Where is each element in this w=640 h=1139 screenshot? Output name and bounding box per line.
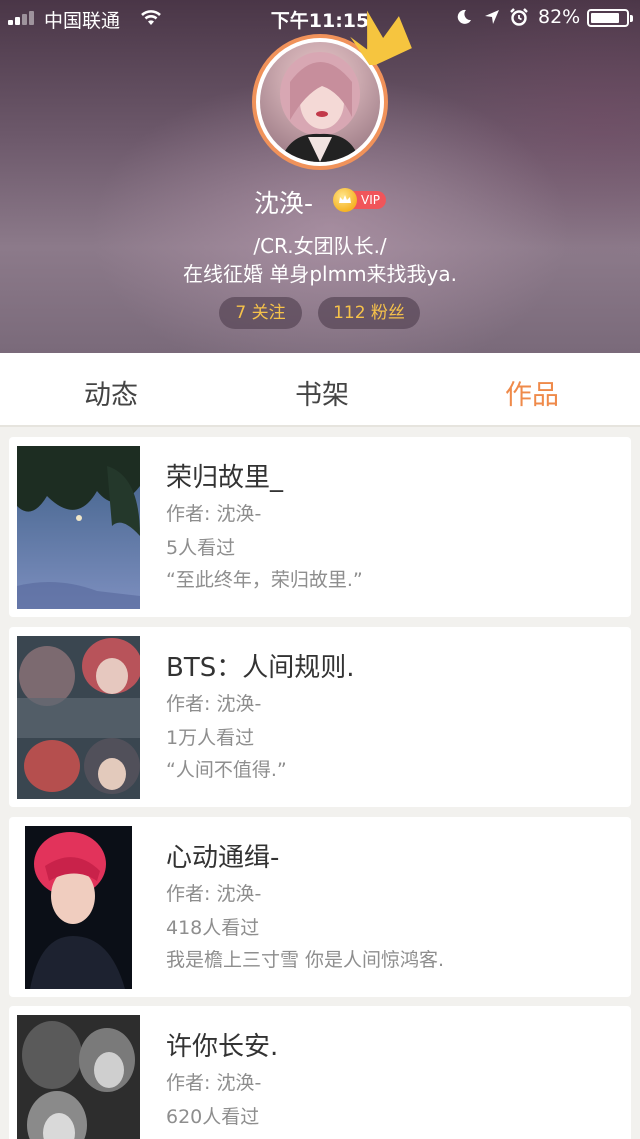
list-item[interactable]: 心动通缉- 作者: 沈涣- 418人看过 我是檐上三寸雪 你是人间惊鸿客. xyxy=(9,817,631,997)
work-description: 我是檐上三寸雪 你是人间惊鸿客. xyxy=(166,949,445,971)
battery-level xyxy=(591,13,619,23)
book-cover-image xyxy=(17,636,140,799)
work-title: 许你长安. xyxy=(166,1032,279,1062)
work-description: “至此终年，荣归故里.” xyxy=(166,569,363,591)
username-row: 沈涣- VIP xyxy=(0,184,640,218)
list-item[interactable]: 荣归故里_ 作者: 沈涣- 5人看过 “至此终年，荣归故里.” xyxy=(9,437,631,617)
bio-line-1: /CR.女团队长./ xyxy=(253,234,387,258)
work-title: 心动通缉- xyxy=(166,843,280,873)
work-author: 作者: 沈涣- xyxy=(166,1072,262,1094)
work-views: 5人看过 xyxy=(166,537,236,559)
tab-bar: 动态 书架 作品 xyxy=(0,353,640,427)
book-cover-image xyxy=(17,1015,140,1139)
following-count-button[interactable]: 7 关注 xyxy=(219,297,302,329)
work-description: “人间不值得.” xyxy=(166,759,287,781)
work-author: 作者: 沈涣- xyxy=(166,693,262,715)
battery-percent: 82% xyxy=(538,6,581,28)
moon-icon xyxy=(457,9,471,24)
work-views: 1万人看过 xyxy=(166,727,255,749)
work-title: 荣归故里_ xyxy=(166,463,284,493)
work-author: 作者: 沈涣- xyxy=(166,503,262,525)
work-title: BTS：人间规则. xyxy=(166,653,355,683)
bio-line-2: 在线征婚 单身plmm来找我ya. xyxy=(182,262,458,286)
status-bar: 中国联通 下午11:15 82% xyxy=(0,0,640,36)
book-cover-image xyxy=(17,446,140,609)
alarm-icon xyxy=(510,8,528,26)
work-views: 620人看过 xyxy=(166,1106,260,1128)
tab-activity[interactable]: 动态 xyxy=(84,373,138,412)
book-cover-image xyxy=(25,826,132,989)
work-author: 作者: 沈涣- xyxy=(166,883,262,905)
username: 沈涣- xyxy=(254,189,314,218)
crown-coin-icon xyxy=(333,188,357,212)
followers-count-button[interactable]: 112 粉丝 xyxy=(318,297,420,329)
tab-works[interactable]: 作品 xyxy=(505,373,559,412)
battery-icon xyxy=(587,9,633,27)
tab-bookshelf[interactable]: 书架 xyxy=(295,373,349,412)
crown-icon xyxy=(350,10,412,65)
list-item[interactable]: 许你长安. 作者: 沈涣- 620人看过 xyxy=(9,1006,631,1139)
vip-badge[interactable]: VIP xyxy=(333,188,387,212)
list-item[interactable]: BTS：人间规则. 作者: 沈涣- 1万人看过 “人间不值得.” xyxy=(9,627,631,807)
profile-header: 中国联通 下午11:15 82% 沈涣- VIP /CR.女团队长./ 在线征婚… xyxy=(0,0,640,353)
location-arrow-icon xyxy=(485,10,499,24)
work-views: 418人看过 xyxy=(166,917,260,939)
